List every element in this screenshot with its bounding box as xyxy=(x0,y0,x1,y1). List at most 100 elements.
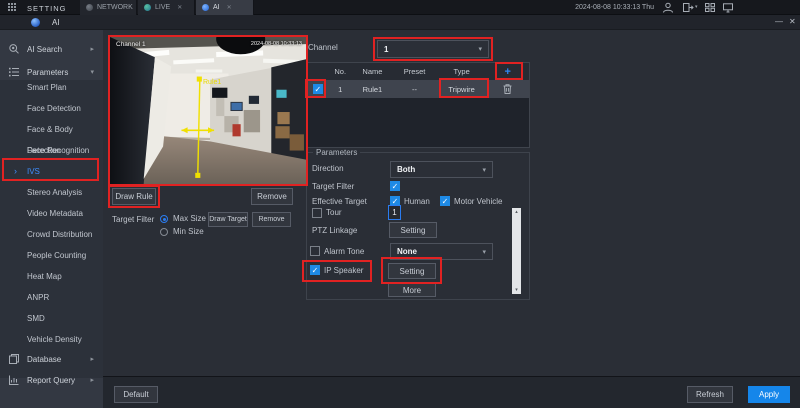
channel-select[interactable]: 1 ▾ xyxy=(377,40,489,58)
ip-speaker-checkbox[interactable]: ✓ xyxy=(310,265,320,275)
rules-table: No. Name Preset Type + ✓ 1 Rule1 -- Trip… xyxy=(307,62,530,148)
monitor-icon[interactable] xyxy=(722,2,734,13)
chevron-right-icon: ▸ xyxy=(90,355,94,363)
remove-target-button[interactable]: Remove xyxy=(252,212,291,227)
col-name: Name xyxy=(353,63,393,80)
tab-ai[interactable]: AI ✕ xyxy=(196,0,254,15)
alarm-tone-label: Alarm Tone xyxy=(324,247,364,256)
database-icon xyxy=(8,353,20,365)
ptz-linkage-label: PTZ Linkage xyxy=(312,226,357,235)
chevron-right-icon: ▸ xyxy=(90,376,94,384)
sidebar-item-label: Report Query xyxy=(27,376,75,385)
direction-select[interactable]: Both ▾ xyxy=(390,161,493,178)
tour-value-field[interactable]: 1 xyxy=(388,205,401,220)
tab-label: LIVE xyxy=(155,4,170,11)
sidebar-item-face-body-detection[interactable]: Face & Body Detection xyxy=(0,119,103,140)
logout-caret-icon[interactable]: ▾ xyxy=(695,4,698,10)
sidebar-item-label: Database xyxy=(27,355,61,364)
sidebar-item-stereo-analysis[interactable]: Stereo Analysis xyxy=(0,182,103,203)
tab-label: NETWORK xyxy=(97,4,133,11)
alarm-tone-checkbox[interactable] xyxy=(310,246,320,256)
sidebar-item-anpr[interactable]: ANPR xyxy=(0,287,103,308)
sidebar-item-people-counting[interactable]: People Counting xyxy=(0,245,103,266)
cell-no: 1 xyxy=(328,80,353,98)
sidebar-item-ivs[interactable]: › IVS xyxy=(0,161,103,182)
selected-arrow-icon: › xyxy=(14,161,17,182)
module-title-bar: AI — ✕ xyxy=(0,15,800,30)
direction-value: Both xyxy=(397,165,415,174)
ip-speaker-setting-button[interactable]: Setting xyxy=(388,263,436,279)
tab-network[interactable]: NETWORK ✕ xyxy=(80,0,137,15)
sidebar-item-label: AI Search xyxy=(27,45,62,54)
user-icon[interactable] xyxy=(662,2,674,13)
cell-name: Rule1 xyxy=(353,80,393,98)
sidebar-item-vehicle-density[interactable]: Vehicle Density xyxy=(0,329,103,350)
sidebar-item-label: IVS xyxy=(27,167,40,176)
ai-tab-icon xyxy=(202,4,209,11)
sidebar-item-face-recognition[interactable]: Face Recognition xyxy=(0,140,103,161)
more-button[interactable]: More xyxy=(388,283,436,297)
ai-search-icon xyxy=(8,43,20,55)
datetime: 2024-08-08 10:33:13 Thu xyxy=(566,4,654,11)
refresh-button[interactable]: Refresh xyxy=(687,386,733,403)
close-icon[interactable]: ✕ xyxy=(789,17,796,26)
live-tab-icon xyxy=(144,4,151,11)
fullscreen-icon[interactable] xyxy=(704,2,716,13)
draw-target-button[interactable]: Draw Target xyxy=(208,212,248,227)
delete-rule-button[interactable] xyxy=(486,80,529,98)
caret-down-icon: ▾ xyxy=(478,45,482,53)
alarm-tone-value: None xyxy=(397,247,417,256)
channel-label: Channel xyxy=(308,43,338,52)
table-row[interactable]: ✓ 1 Rule1 -- Tripwire xyxy=(308,80,529,98)
minimize-icon[interactable]: — xyxy=(775,17,783,26)
apply-button[interactable]: Apply xyxy=(748,386,790,403)
sidebar-item-label: Parameters xyxy=(27,68,68,77)
sidebar-item-crowd-distribution[interactable]: Crowd Distribution xyxy=(0,224,103,245)
sidebar-item-smd[interactable]: SMD xyxy=(0,308,103,329)
app-title: SETTING xyxy=(27,4,67,13)
direction-label: Direction xyxy=(312,164,344,173)
human-label: Human xyxy=(404,197,430,206)
sidebar-item-database[interactable]: Database ▸ xyxy=(0,349,103,369)
caret-down-icon: ▾ xyxy=(482,166,486,174)
sidebar-item-smart-plan[interactable]: Smart Plan xyxy=(0,77,103,98)
col-no: No. xyxy=(328,63,353,80)
motor-vehicle-checkbox[interactable]: ✓ xyxy=(440,196,450,206)
tab-close-icon[interactable]: ✕ xyxy=(177,4,182,11)
rule-checkbox[interactable]: ✓ xyxy=(313,84,323,94)
sidebar-item-video-metadata[interactable]: Video Metadata xyxy=(0,203,103,224)
channel-name-overlay: Channel 1 xyxy=(116,41,146,48)
channel-value: 1 xyxy=(384,45,388,54)
caret-down-icon: ▾ xyxy=(482,248,486,256)
tour-checkbox[interactable] xyxy=(312,208,322,218)
ptz-setting-button[interactable]: Setting xyxy=(389,222,437,238)
alarm-tone-select[interactable]: None ▾ xyxy=(390,243,493,260)
add-rule-button[interactable]: + xyxy=(486,63,529,80)
sidebar-item-report-query[interactable]: Report Query ▸ xyxy=(0,370,103,390)
target-filter-checkbox[interactable]: ✓ xyxy=(390,181,400,191)
logout-icon[interactable] xyxy=(682,2,694,13)
sidebar-item-heat-map[interactable]: Heat Map xyxy=(0,266,103,287)
parameters-scrollbar[interactable]: ▴ ▾ xyxy=(512,208,521,294)
remove-rule-button[interactable]: Remove xyxy=(251,188,293,205)
scroll-down-icon[interactable]: ▾ xyxy=(512,287,521,293)
draw-rule-button[interactable]: Draw Rule xyxy=(112,188,156,205)
tab-live[interactable]: LIVE ✕ xyxy=(138,0,195,15)
trash-icon xyxy=(503,84,512,94)
parameters-title: Parameters xyxy=(313,148,360,157)
cell-preset: -- xyxy=(392,80,437,98)
tab-close-icon[interactable]: ✕ xyxy=(227,4,232,11)
max-size-radio[interactable] xyxy=(160,215,168,223)
scroll-up-icon[interactable]: ▴ xyxy=(512,209,521,215)
sidebar-item-ai-search[interactable]: AI Search ▸ xyxy=(0,39,103,59)
min-size-radio[interactable] xyxy=(160,228,168,236)
tab-label: AI xyxy=(213,4,220,11)
apps-grid-icon[interactable] xyxy=(8,3,18,12)
sidebar-item-face-detection[interactable]: Face Detection xyxy=(0,98,103,119)
timestamp-overlay: 2024-08-08 10:33:13 xyxy=(251,41,302,47)
video-preview[interactable]: Channel 1 2024-08-08 10:33:13 Rule1 xyxy=(110,37,306,184)
target-filter-label: Target Filter xyxy=(112,215,154,224)
chevron-down-icon: ▾ xyxy=(90,68,94,76)
default-button[interactable]: Default xyxy=(114,386,158,403)
chevron-right-icon: ▸ xyxy=(90,45,94,53)
